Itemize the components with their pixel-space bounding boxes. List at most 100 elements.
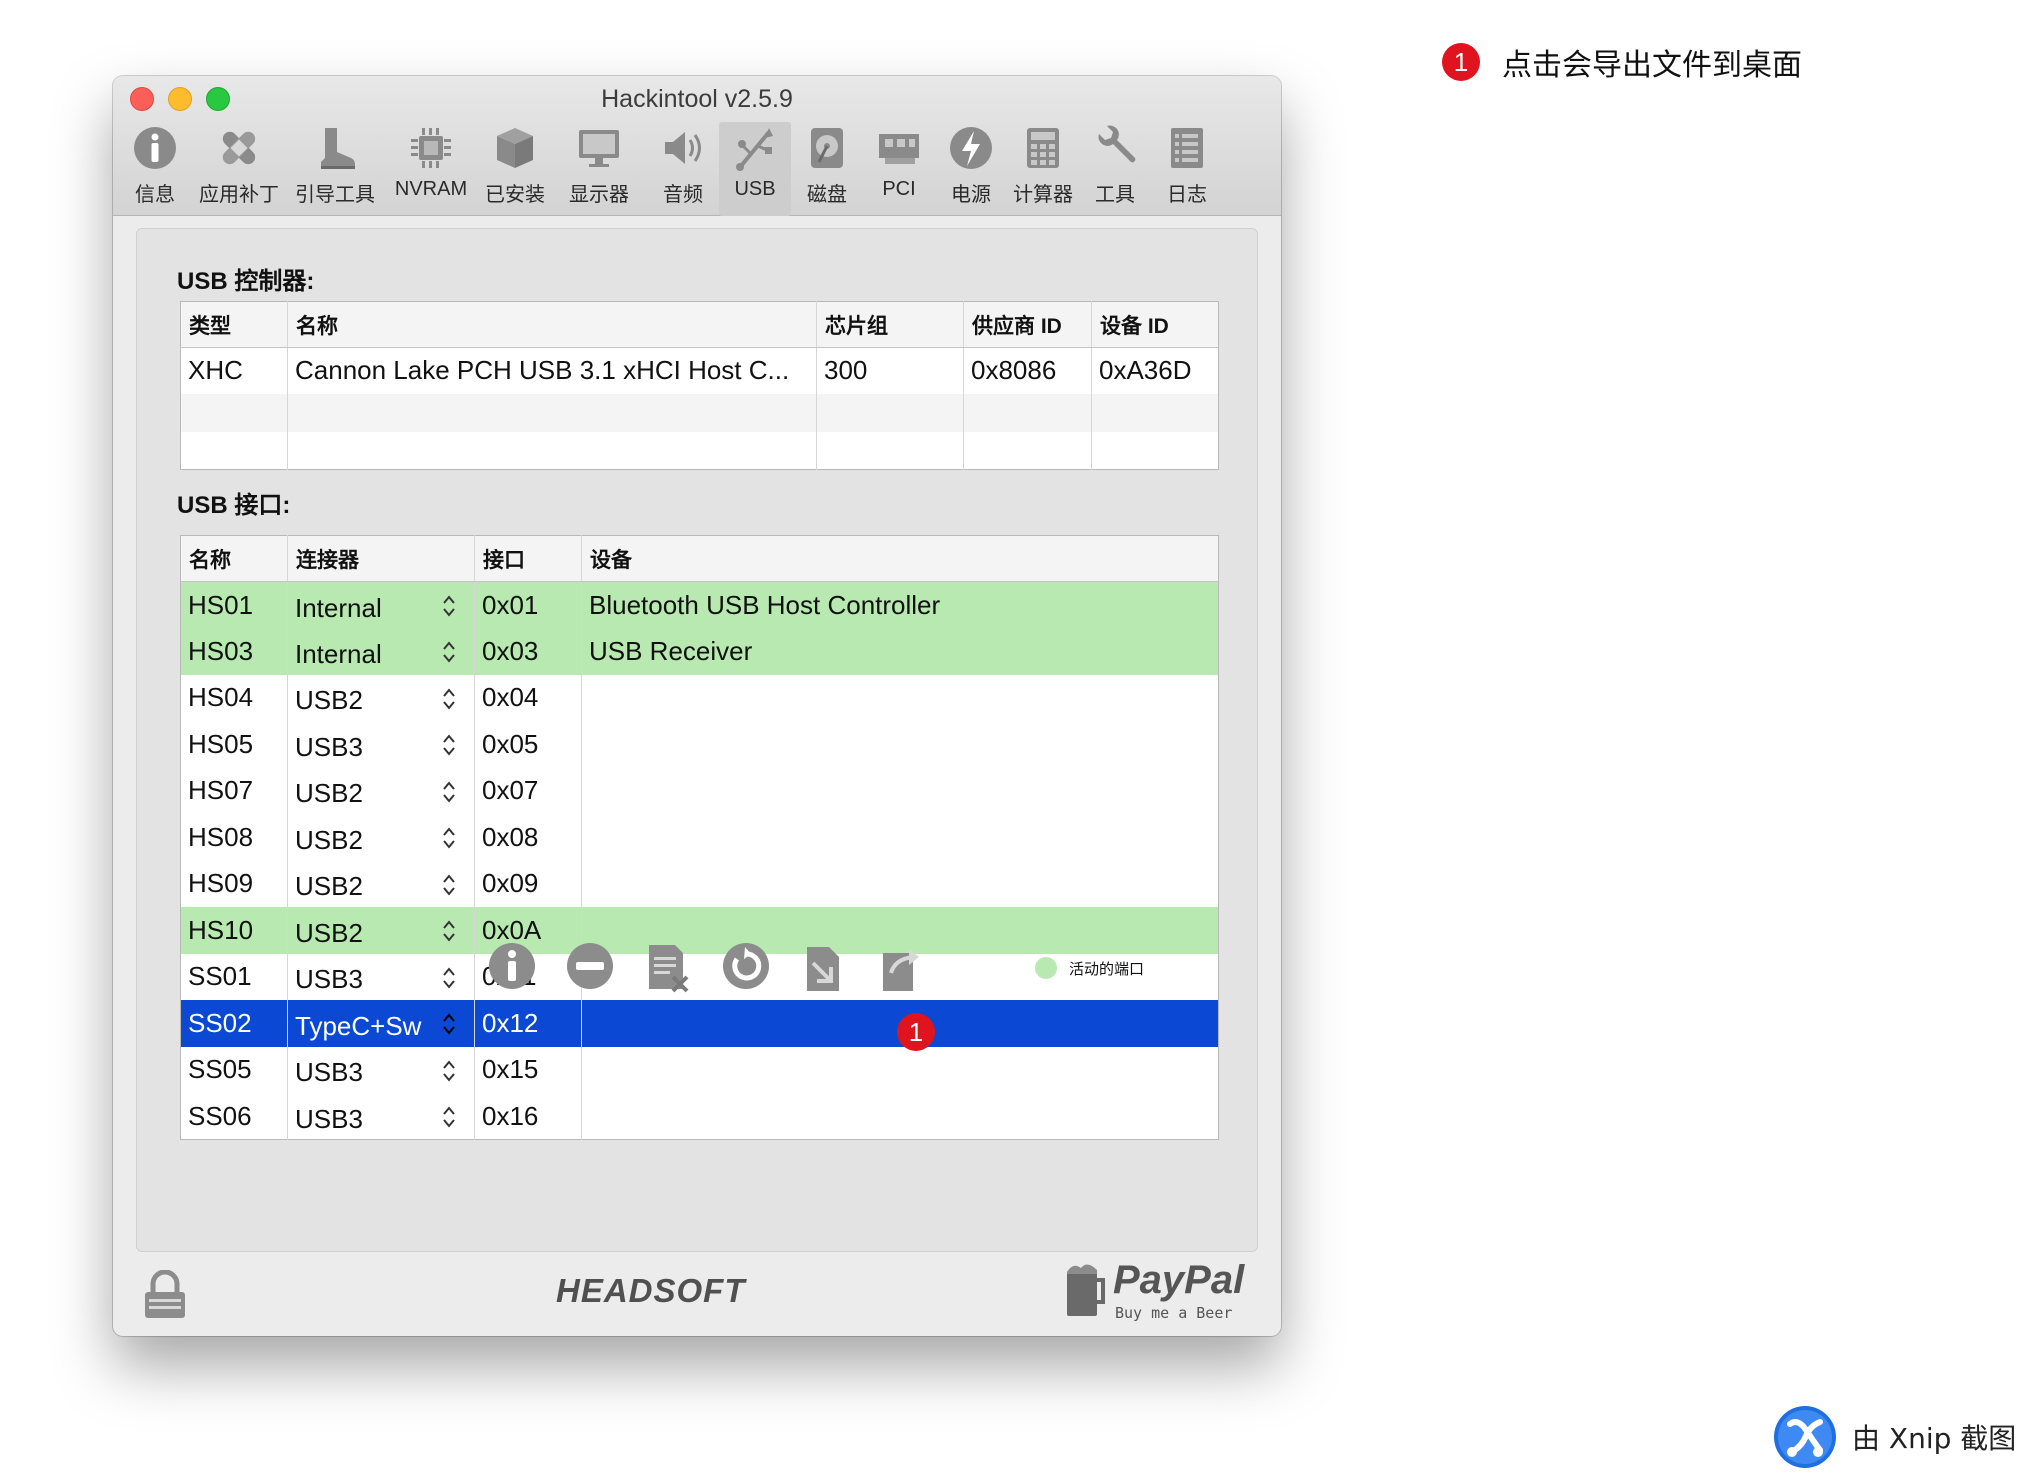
port-name-cell: SS05 (180, 1046, 288, 1093)
legend: 活动的端口 (1035, 957, 1144, 979)
connector-popup[interactable]: USB3 (287, 721, 475, 768)
connector-popup[interactable]: Internal (287, 628, 475, 675)
vendor-id-cell (963, 431, 1092, 470)
controller-row[interactable] (180, 393, 1219, 432)
port-row[interactable]: SS02 TypeC+Sw 0x12 (180, 1000, 1219, 1047)
up-down-chevron-icon (443, 687, 455, 710)
toolbar-label: PCI (882, 178, 916, 200)
port-row[interactable]: HS04 USB2 0x04 (180, 674, 1219, 721)
toolbar-item-audio[interactable]: 音频 (647, 122, 719, 216)
toolbar-item-pci[interactable]: PCI (863, 122, 935, 216)
connector-popup[interactable]: Internal (287, 581, 475, 628)
headsoft-logo[interactable]: HEADSOFT (556, 1272, 746, 1310)
port-row[interactable]: HS05 USB3 0x05 (180, 721, 1219, 768)
toolbar-item-tools[interactable]: 工具 (1079, 122, 1151, 216)
xnip-text: 由 Xnip 截图 (1852, 1422, 2017, 1455)
speaker-icon (665, 132, 701, 164)
port-row[interactable]: HS07 USB2 0x07 (180, 767, 1219, 814)
device-cell (582, 814, 1219, 861)
connector-popup[interactable]: USB2 (287, 907, 475, 954)
log-icon (1171, 128, 1203, 168)
connector-value: USB3 (295, 964, 363, 995)
toolbar-item-calculator[interactable]: 计算器 (1007, 122, 1079, 216)
device-cell: USB Receiver (581, 628, 1219, 675)
column-header-type[interactable]: 类型 (180, 301, 288, 348)
export-icon (883, 949, 919, 991)
column-header-vendor-id[interactable]: 供应商 ID (963, 301, 1092, 348)
refresh-button[interactable] (707, 941, 785, 997)
column-header-port[interactable]: 接口 (474, 535, 582, 582)
type-cell (180, 393, 288, 432)
info-button[interactable] (473, 941, 551, 997)
pci-card-icon (879, 134, 919, 164)
toolbar-item-nvram[interactable]: NVRAM (383, 122, 479, 216)
info-icon (489, 943, 535, 989)
controller-row[interactable] (180, 431, 1219, 470)
port-number-cell: 0x09 (474, 860, 582, 907)
refresh-icon (723, 943, 769, 989)
connector-popup[interactable]: USB3 (287, 1046, 475, 1093)
connector-popup[interactable]: USB3 (287, 953, 475, 1000)
port-row[interactable]: SS06 USB3 0x16 (180, 1093, 1219, 1140)
port-number-cell: 0x16 (474, 1093, 582, 1140)
up-down-chevron-icon (443, 873, 455, 896)
toolbar-item-log[interactable]: 日志 (1151, 122, 1223, 216)
paypal-donate-button[interactable]: PayPal Buy me a Beer (1065, 1258, 1244, 1322)
remove-button[interactable] (551, 941, 629, 997)
port-number-cell: 0x07 (474, 767, 582, 814)
port-number-cell: 0x08 (474, 814, 582, 861)
toolbar-item-usb[interactable]: USB (719, 122, 791, 216)
toolbar-label: 电源 (951, 184, 991, 206)
port-row[interactable]: SS05 USB3 0x15 (180, 1046, 1219, 1093)
connector-popup[interactable]: USB2 (287, 860, 475, 907)
export-button[interactable] (863, 941, 941, 997)
info-icon (134, 127, 176, 169)
display-icon (579, 130, 619, 167)
port-name-cell: SS06 (180, 1093, 288, 1140)
connector-popup[interactable]: TypeC+Sw (287, 1000, 475, 1047)
vendor-id-cell: 0x8086 (963, 347, 1092, 394)
minus-icon (567, 943, 613, 989)
connector-popup[interactable]: USB3 (287, 1093, 475, 1140)
xnip-logo-icon (1774, 1406, 1836, 1468)
toolbar-label: USB (734, 178, 776, 200)
lock-icon[interactable] (143, 1270, 187, 1320)
port-row[interactable]: HS03 Internal 0x03 USB Receiver (180, 628, 1219, 675)
column-header-device-id[interactable]: 设备 ID (1091, 301, 1219, 348)
clear-button[interactable] (629, 941, 707, 997)
toolbar-item-patch[interactable]: 应用补丁 (191, 122, 287, 216)
port-row[interactable]: HS08 USB2 0x08 (180, 814, 1219, 861)
port-row[interactable]: HS09 USB2 0x09 (180, 860, 1219, 907)
column-header-name[interactable]: 名称 (180, 535, 288, 582)
controller-row[interactable]: XHC Cannon Lake PCH USB 3.1 xHCI Host C..… (180, 347, 1219, 394)
column-header-name[interactable]: 名称 (287, 301, 817, 348)
annotation-badge: 1 (1442, 43, 1480, 81)
power-bolt-icon (950, 127, 992, 169)
toolbar-item-display[interactable]: 显示器 (551, 122, 647, 216)
toolbar-item-info[interactable]: 信息 (119, 122, 191, 216)
toolbar-item-installed[interactable]: 已安装 (479, 122, 551, 216)
active-port-swatch (1035, 957, 1057, 979)
clear-list-icon (649, 945, 689, 993)
controllers-header-row: 类型 名称 芯片组 供应商 ID 设备 ID (180, 301, 1219, 348)
port-name-cell: SS01 (180, 953, 288, 1000)
connector-popup[interactable]: USB2 (287, 814, 475, 861)
up-down-chevron-icon (443, 595, 455, 617)
toolbar-item-disk[interactable]: 磁盘 (791, 122, 863, 216)
toolbar-item-power[interactable]: 电源 (935, 122, 1007, 216)
column-header-device[interactable]: 设备 (581, 535, 1219, 582)
connector-popup[interactable]: USB2 (287, 767, 475, 814)
connector-popup[interactable]: USB2 (287, 674, 475, 721)
name-cell: Cannon Lake PCH USB 3.1 xHCI Host C... (287, 347, 817, 394)
toolbar-label: 日志 (1167, 184, 1207, 206)
column-header-chipset[interactable]: 芯片组 (816, 301, 964, 348)
port-number-cell: 0x12 (474, 1000, 582, 1047)
import-button[interactable] (785, 941, 863, 997)
toolbar-item-boot[interactable]: 引导工具 (287, 122, 383, 216)
port-name-cell: HS04 (180, 674, 288, 721)
port-row[interactable]: HS01 Internal 0x01 Bluetooth USB Host Contr… (180, 581, 1219, 628)
disk-icon (811, 128, 843, 168)
installed-box-icon (497, 128, 533, 168)
column-header-connector[interactable]: 连接器 (287, 535, 475, 582)
beer-mug-icon (1067, 1264, 1105, 1316)
